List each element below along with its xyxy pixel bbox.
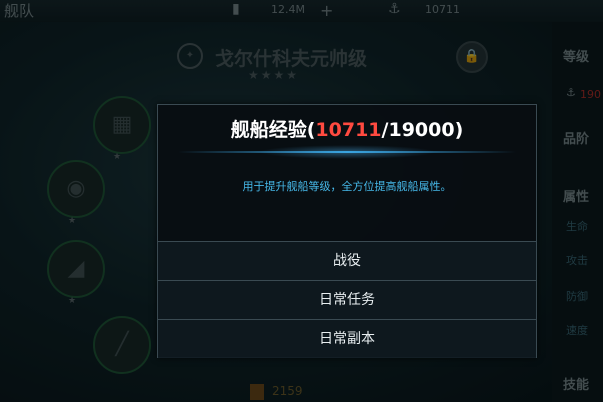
dialog-description: 用于提升舰船等级，全方位提高舰船属性。 [242, 180, 452, 193]
title-divider [178, 151, 516, 153]
option-daily-dungeon-button[interactable]: 日常副本 [158, 319, 536, 358]
current-exp: 10711 [315, 119, 382, 141]
title-suffix: ) [454, 119, 464, 141]
title-prefix: 舰船经验( [230, 119, 316, 141]
option-daily-task-button[interactable]: 日常任务 [158, 280, 536, 319]
ship-exp-dialog: 舰船经验(10711/19000) 用于提升舰船等级，全方位提高舰船属性。 战役… [157, 104, 537, 358]
max-exp: 19000 [388, 119, 455, 141]
option-campaign-button[interactable]: 战役 [158, 241, 536, 280]
dialog-title: 舰船经验(10711/19000) [158, 115, 536, 142]
